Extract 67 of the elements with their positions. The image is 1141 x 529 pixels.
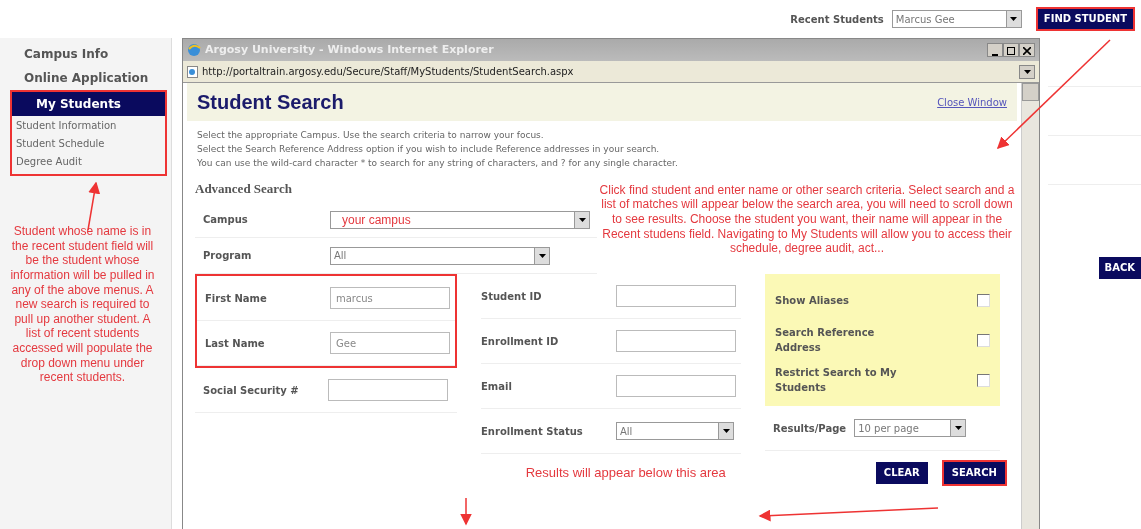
text-field[interactable]: Gee [330, 332, 450, 355]
option-label: Show Aliases [775, 293, 850, 308]
minimize-button[interactable] [987, 43, 1003, 57]
page-icon [187, 65, 198, 78]
back-button[interactable]: BACK [1098, 257, 1141, 279]
campus-dropdown[interactable]: your campus [330, 210, 590, 229]
browser-logo-icon [187, 43, 201, 57]
annotation-note: Click find student and enter name or other search criteria. Select search and a list of matches will appear below the search area, you will need to scroll down to see results. Choose the student you want, their name will appear in the Recent studens field. Navigating to My Students will allow you to access their schedule, degree audit, act... [598, 182, 1016, 258]
annotation-note: Student whose name is in the recent student field will be the student whose information will be pulled in any of the above menus. A new search is required to pull up another student. A list of recent students accessed will populate the drop down menu under recent students. [9, 224, 156, 385]
annotation-note: Results will appear below this area [525, 465, 726, 482]
recent-students-label: Recent Students [790, 12, 884, 27]
field-label: Enrollment Status [481, 424, 584, 439]
close-button[interactable] [1019, 43, 1035, 57]
section-title: Advanced Search [195, 179, 293, 198]
instruction-text: Select the Search Reference Address option if you wish to include Reference addresses in your search. [197, 142, 661, 156]
submenu-item[interactable]: Student Schedule [12, 134, 165, 152]
text-field[interactable] [328, 379, 448, 402]
page-title: Student Search [197, 90, 344, 115]
dropdown-arrow-icon [722, 429, 730, 434]
close-window-link[interactable]: Close Window [937, 94, 1007, 110]
field-label: Enrollment ID [481, 334, 560, 349]
dropdown-arrow-icon [578, 217, 586, 222]
checkbox[interactable] [977, 373, 990, 387]
field-label: Social Security # [203, 383, 300, 398]
sidebar-item[interactable]: Campus Info [0, 42, 171, 66]
option-label: Restrict Search to My Students [775, 366, 898, 396]
maximize-button[interactable] [1003, 43, 1019, 57]
dropdown-arrow-icon [1023, 70, 1031, 74]
option-label: Search Reference Address [775, 326, 876, 356]
minimize-icon [992, 54, 998, 56]
annotation-arrow [460, 497, 472, 526]
program-dropdown[interactable]: All [330, 246, 550, 265]
sidebar-item[interactable]: Online Application [0, 66, 171, 90]
field-label: Results/Page [773, 421, 847, 436]
url-text: http://portaltrain.argosy.edu/Secure/Staff/MyStudents/StudentSearch.aspx [202, 65, 575, 79]
field-label: First Name [205, 291, 268, 306]
checkbox[interactable] [977, 333, 990, 347]
text-field[interactable]: marcus [330, 287, 450, 310]
enrollment-status-dropdown[interactable]: All [616, 422, 734, 441]
scrollbar[interactable] [1021, 83, 1039, 529]
address-dropdown-button[interactable] [1019, 64, 1035, 79]
field-label: Email [481, 379, 513, 394]
field-label: Student ID [481, 289, 543, 304]
recent-students-dropdown[interactable]: Marcus Gee [891, 10, 1022, 28]
dropdown-arrow-icon [954, 426, 962, 431]
instruction-text: You can use the wild-card character * to search for any string of characters, and ? for any single character. [197, 156, 679, 170]
maximize-icon [1007, 46, 1015, 55]
text-field[interactable] [616, 330, 736, 353]
text-field[interactable] [616, 375, 736, 398]
field-label: Last Name [205, 336, 266, 351]
submenu-item[interactable]: Student Information [12, 116, 165, 134]
instruction-text: Select the appropriate Campus. Use the search criteria to narrow your focus. [197, 129, 545, 142]
address-bar[interactable]: http://portaltrain.argosy.edu/Secure/Staff/MyStudents/StudentSearch.aspx [183, 61, 1039, 83]
dropdown-arrow-icon [1010, 17, 1018, 21]
action-button[interactable]: SEARCH [943, 462, 1005, 485]
field-label: Program [203, 249, 253, 264]
dropdown-arrow-icon [538, 253, 546, 258]
checkbox[interactable] [977, 293, 990, 307]
sidebar-item[interactable]: My Students [12, 92, 165, 116]
results-per-page-dropdown[interactable]: 10 per page [854, 419, 967, 438]
window-title: Argosy University - Windows Internet Explorer [205, 41, 495, 58]
text-field[interactable] [616, 285, 736, 308]
action-button[interactable]: CLEAR [875, 462, 928, 485]
close-icon [1023, 46, 1031, 55]
submenu-item[interactable]: Degree Audit [12, 152, 165, 170]
find-student-button[interactable]: FIND STUDENT [1037, 9, 1133, 29]
field-label: Campus [203, 213, 249, 228]
